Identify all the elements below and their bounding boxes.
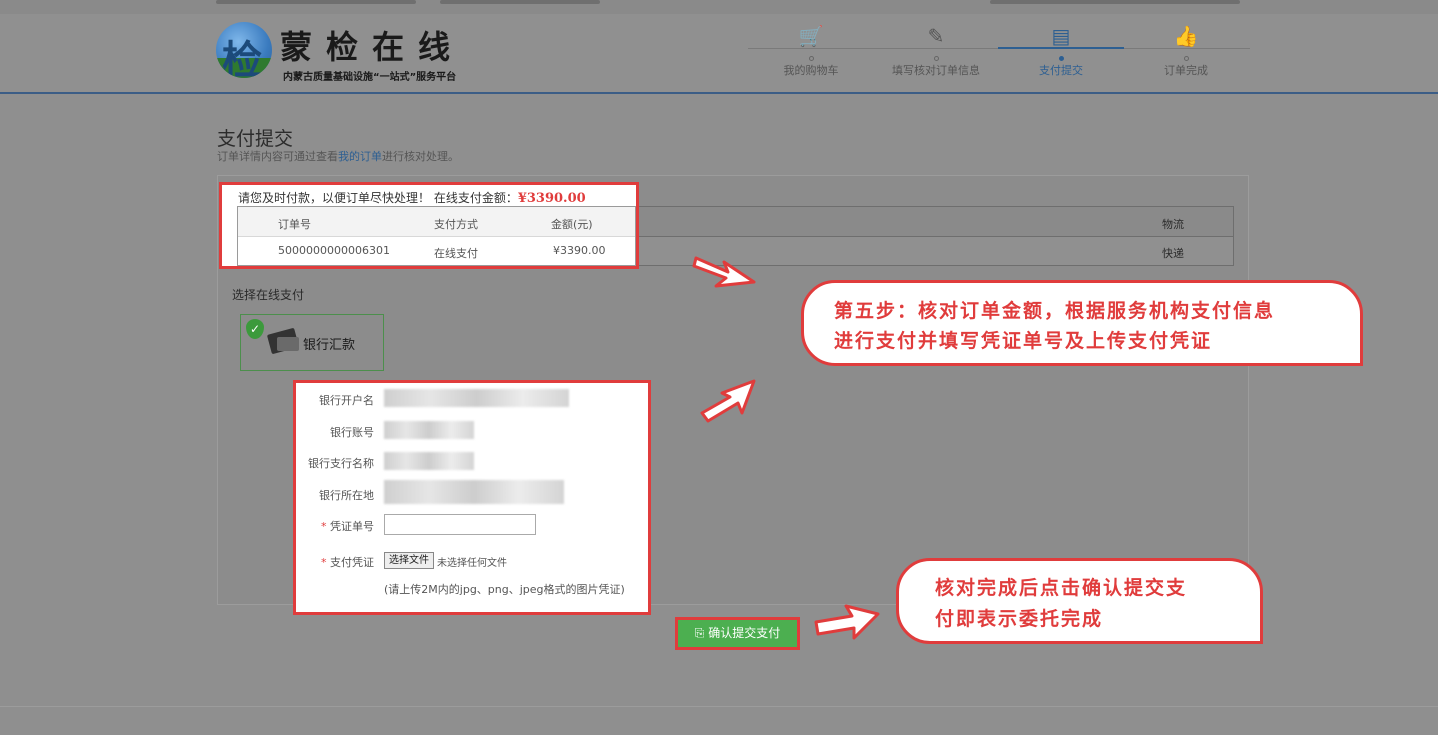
- cell-pay-method: 在线支付: [434, 247, 478, 260]
- step-dot: [1183, 56, 1189, 61]
- confirm-callout: 核对完成后点击确认提交支 付即表示委托完成: [896, 558, 1263, 644]
- arrow-icon: [692, 256, 756, 288]
- bank-transfer-label: 银行汇款: [303, 338, 356, 353]
- step-label: 填写核对订单信息: [892, 64, 980, 77]
- step-dot: [808, 56, 814, 61]
- my-orders-link[interactable]: 我的订单: [338, 150, 382, 163]
- online-payment-label: 选择在线支付: [232, 288, 305, 302]
- bank-account-no-value: [384, 421, 474, 439]
- no-file-text: 未选择任何文件: [437, 558, 507, 569]
- footer-divider: [0, 706, 1438, 707]
- bank-location-label: 银行所在地: [319, 489, 374, 502]
- submit-icon: ⎘: [694, 626, 709, 640]
- step-fill-order: ✎ 填写核对订单信息: [876, 24, 996, 78]
- order-table-highlight: 订单号 支付方式 金额(元) 5000000000006301 在线支付 ¥33…: [237, 206, 636, 266]
- arrow-icon: [814, 604, 880, 640]
- arrow-icon: [700, 379, 756, 423]
- column-header-order-no: 订单号: [278, 218, 311, 231]
- site-subtitle: 内蒙古质量基础设施“一站式”服务平台: [283, 72, 457, 83]
- column-header-logistics: 物流: [1162, 218, 1184, 231]
- voucher-file-label: * 支付凭证: [321, 556, 374, 569]
- card-icon: ▤: [1051, 24, 1071, 48]
- page-title: 支付提交: [217, 128, 294, 150]
- step-label: 我的购物车: [783, 64, 839, 77]
- upload-tip: (请上传2M内的jpg、png、jpeg格式的图片凭证): [384, 583, 625, 596]
- voucher-no-label: * 凭证单号: [321, 520, 374, 533]
- checkmark-icon: ✓: [246, 319, 264, 339]
- column-header-amount: 金额(元): [551, 218, 593, 231]
- top-bar: [0, 0, 1438, 14]
- cell-order-no: 5000000000006301: [278, 244, 390, 257]
- cell-amount: ¥3390.00: [553, 244, 606, 257]
- bank-transfer-option[interactable]: ✓ 银行汇款: [240, 314, 384, 371]
- voucher-no-input[interactable]: [384, 514, 536, 535]
- page-hint: 订单详情内容可通过查看我的订单进行核对处理。: [217, 150, 459, 163]
- logo-icon[interactable]: 检: [216, 22, 272, 78]
- step-dot: [933, 56, 939, 61]
- bank-branch-label: 银行支行名称: [308, 457, 374, 470]
- step-cart: 🛒 我的购物车: [751, 24, 871, 78]
- bank-account-name-value: [384, 389, 569, 407]
- step-pay-submit: ▤ 支付提交: [1001, 24, 1121, 78]
- choose-file-button[interactable]: 选择文件: [384, 552, 434, 569]
- pencil-icon: ✎: [927, 24, 945, 48]
- cell-logistics: 快递: [1162, 247, 1184, 260]
- step5-callout: 第五步：核对订单金额，根据服务机构支付信息 进行支付并填写凭证单号及上传支付凭证: [801, 280, 1363, 366]
- thumbs-up-icon: 👍: [1173, 24, 1199, 48]
- bank-location-value: [384, 480, 564, 504]
- bank-account-no-label: 银行账号: [330, 426, 374, 439]
- payment-info-form: 银行开户名 银行账号 银行支行名称 银行所在地 * 凭证单号 * 支付凭证 选择…: [293, 380, 651, 615]
- column-header-pay-method: 支付方式: [434, 218, 478, 231]
- notice-text: 请您及时付款，以便订单尽快处理！ 在线支付金额：: [238, 191, 518, 205]
- cart-icon: 🛒: [798, 24, 824, 48]
- step-order-complete: 👍 订单完成: [1126, 24, 1246, 78]
- confirm-payment-button[interactable]: ⎘ 确认提交支付: [675, 617, 800, 650]
- step-label: 订单完成: [1164, 64, 1208, 77]
- payment-amount: ¥3390.00: [517, 191, 586, 206]
- site-title[interactable]: 蒙检在线: [280, 22, 464, 68]
- bank-account-name-label: 银行开户名: [319, 394, 374, 407]
- step-label: 支付提交: [1039, 64, 1083, 77]
- bank-branch-value: [384, 452, 474, 470]
- step-dot: [1058, 56, 1064, 61]
